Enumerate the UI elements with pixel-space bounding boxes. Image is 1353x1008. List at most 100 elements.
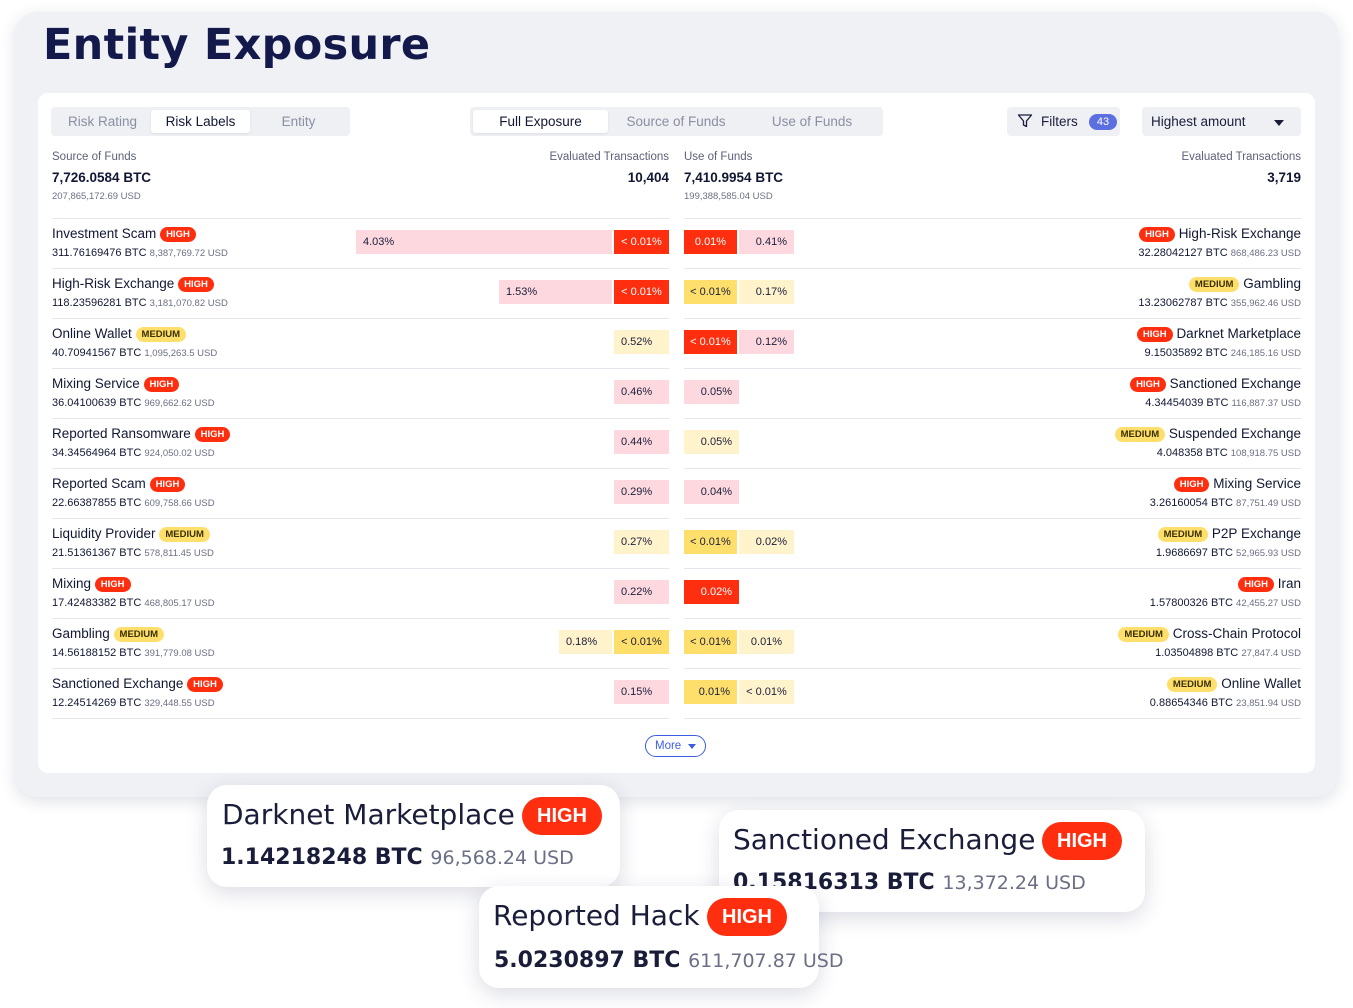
exposure-bar-segment[interactable]: 1.53% — [499, 280, 612, 304]
exposure-bar-segment[interactable]: < 0.01% — [684, 330, 737, 354]
entity-label: High-Risk Exchange — [52, 276, 175, 291]
entity-name-row[interactable]: Mixing Service HIGH — [52, 374, 180, 393]
entity-name-row[interactable]: Online Wallet MEDIUM — [52, 324, 187, 343]
exposure-bar-segment[interactable]: 4.03% — [356, 230, 612, 254]
exposure-bar-segment[interactable]: < 0.01% — [739, 680, 794, 704]
entity-btc: 311.76169476 BTC — [52, 247, 147, 259]
tab-use-of-funds[interactable]: Use of Funds — [744, 110, 880, 133]
exposure-bar-segment[interactable]: 0.18% — [559, 630, 612, 654]
exposure-bar-segment[interactable]: 0.27% — [614, 530, 669, 554]
card-risk-badge: HIGH — [522, 797, 602, 835]
entity-name-row[interactable]: Reported Scam HIGH — [52, 474, 186, 493]
entity-usd: 108,918.75 USD — [1230, 448, 1301, 459]
exposure-bar-segment[interactable]: 0.01% — [684, 230, 737, 254]
exposure-bar-segment[interactable]: < 0.01% — [684, 530, 737, 554]
more-button[interactable]: More — [645, 735, 706, 757]
tab-source-of-funds[interactable]: Source of Funds — [608, 110, 744, 133]
filter-icon — [1017, 113, 1033, 132]
exposure-bar-segment[interactable]: 0.46% — [614, 380, 669, 404]
exposure-bar-segment[interactable]: 0.17% — [739, 280, 794, 304]
row-divider — [52, 318, 669, 319]
exposure-bar-segment[interactable]: 0.41% — [739, 230, 794, 254]
entity-name-row[interactable]: Gambling MEDIUM — [52, 624, 165, 643]
entity-amount: 311.76169476 BTC 8,387,769.72 USD — [52, 247, 228, 259]
row-divider — [684, 618, 1301, 619]
use-tx-label: Evaluated Transactions — [1181, 151, 1301, 163]
entity-name-row[interactable]: Mixing HIGH — [52, 574, 131, 593]
exposure-bar-segment[interactable]: 0.04% — [684, 480, 739, 504]
exposure-bar-segment[interactable]: 0.44% — [614, 430, 669, 454]
entity-name-row[interactable]: High-Risk Exchange HIGH — [52, 274, 214, 293]
exposure-bar-segment[interactable]: 0.05% — [684, 430, 739, 454]
entity-name-row[interactable]: MEDIUM Suspended Exchange — [684, 424, 1301, 443]
exposure-bar-segment[interactable]: 0.02% — [684, 580, 739, 604]
exposure-bar-segment[interactable]: < 0.01% — [614, 280, 669, 304]
risk-badge: HIGH — [178, 277, 214, 292]
entity-btc: 1.03504898 BTC — [1155, 647, 1239, 659]
risk-badge: MEDIUM — [1118, 627, 1169, 642]
exposure-bar-segment[interactable]: 0.52% — [614, 330, 669, 354]
exposure-bar-segment[interactable]: 0.05% — [684, 380, 739, 404]
sort-selected-value: Highest amount — [1151, 114, 1246, 129]
entity-label: Suspended Exchange — [1168, 426, 1301, 441]
entity-name-row[interactable]: Sanctioned Exchange HIGH — [52, 674, 223, 693]
risk-badge: HIGH — [187, 677, 223, 692]
exposure-bar-segment[interactable]: 0.01% — [684, 680, 737, 704]
entity-usd: 969,662.62 USD — [144, 398, 215, 409]
tab-full-exposure[interactable]: Full Exposure — [473, 110, 608, 133]
entity-usd: 868,486.23 USD — [1230, 248, 1301, 259]
entity-name-row[interactable]: HIGH Iran — [684, 574, 1301, 593]
entity-btc: 118.23596281 BTC — [52, 297, 147, 309]
entity-label: Reported Scam — [52, 476, 146, 491]
source-tx-label: Evaluated Transactions — [549, 151, 669, 163]
entity-name-row[interactable]: HIGH Mixing Service — [684, 474, 1301, 493]
entity-name-row[interactable]: HIGH Sanctioned Exchange — [684, 374, 1301, 393]
highlight-card[interactable]: Darknet Marketplace HIGH 1.14218248 BTC … — [207, 785, 620, 887]
entity-name-row[interactable]: Liquidity Provider MEDIUM — [52, 524, 210, 543]
source-of-funds-usd: 207,865,172.69 USD — [52, 191, 141, 202]
entity-btc: 3.26160054 BTC — [1149, 497, 1233, 509]
tab-risk-labels[interactable]: Risk Labels — [151, 110, 250, 133]
entity-btc: 17.42483382 BTC — [52, 597, 142, 609]
caret-down-icon — [688, 744, 696, 749]
row-divider — [684, 318, 1301, 319]
card-btc: 1.14218248 BTC — [221, 845, 423, 870]
entity-usd: 391,779.08 USD — [144, 648, 215, 659]
row-divider — [52, 668, 669, 669]
entity-name-row[interactable]: Investment Scam HIGH — [52, 224, 196, 243]
risk-badge: MEDIUM — [1166, 677, 1218, 692]
sort-dropdown[interactable]: Highest amount — [1142, 107, 1301, 136]
risk-badge: MEDIUM — [159, 527, 210, 542]
card-risk-badge: HIGH — [1042, 822, 1122, 860]
exposure-bar-segment[interactable]: 0.15% — [614, 680, 669, 704]
exposure-bar-segment[interactable]: 0.29% — [614, 480, 669, 504]
entity-name-row[interactable]: Reported Ransomware HIGH — [52, 424, 231, 443]
row-divider — [684, 368, 1301, 369]
entity-usd: 42,455.27 USD — [1236, 598, 1301, 609]
entity-amount: 21.51361367 BTC 578,811.45 USD — [52, 547, 214, 559]
filters-button[interactable]: Filters 43 — [1007, 107, 1120, 136]
exposure-bar-segment[interactable]: 0.01% — [739, 630, 794, 654]
entity-label: Online Wallet — [1221, 676, 1301, 691]
entity-btc: 4.048358 BTC — [1156, 447, 1228, 459]
exposure-bar-segment[interactable]: < 0.01% — [684, 630, 737, 654]
row-divider — [52, 568, 669, 569]
exposure-bar-segment[interactable]: < 0.01% — [614, 230, 669, 254]
tab-risk-rating[interactable]: Risk Rating — [54, 110, 151, 133]
entity-btc: 4.34454039 BTC — [1145, 397, 1229, 409]
entity-btc: 34.34564964 BTC — [52, 447, 142, 459]
more-label: More — [655, 740, 682, 752]
exposure-bar-segment[interactable]: < 0.01% — [684, 280, 737, 304]
exposure-bar-segment[interactable]: < 0.01% — [614, 630, 669, 654]
exposure-bar-segment[interactable]: 0.22% — [614, 580, 669, 604]
entity-amount: 4.34454039 BTC 116,887.37 USD — [684, 397, 1301, 409]
exposure-bar-segment[interactable]: 0.02% — [739, 530, 794, 554]
entity-label: Sanctioned Exchange — [1169, 376, 1301, 391]
filters-count-badge: 43 — [1089, 114, 1117, 130]
highlight-card[interactable]: Reported Hack HIGH 5.0230897 BTC 611,707… — [479, 886, 844, 988]
entity-btc: 1.9686697 BTC — [1155, 547, 1233, 559]
entity-amount: 118.23596281 BTC 3,181,070.82 USD — [52, 297, 228, 309]
tab-entity[interactable]: Entity — [250, 110, 347, 133]
entity-usd: 116,887.37 USD — [1231, 398, 1301, 409]
exposure-bar-segment[interactable]: 0.12% — [739, 330, 794, 354]
